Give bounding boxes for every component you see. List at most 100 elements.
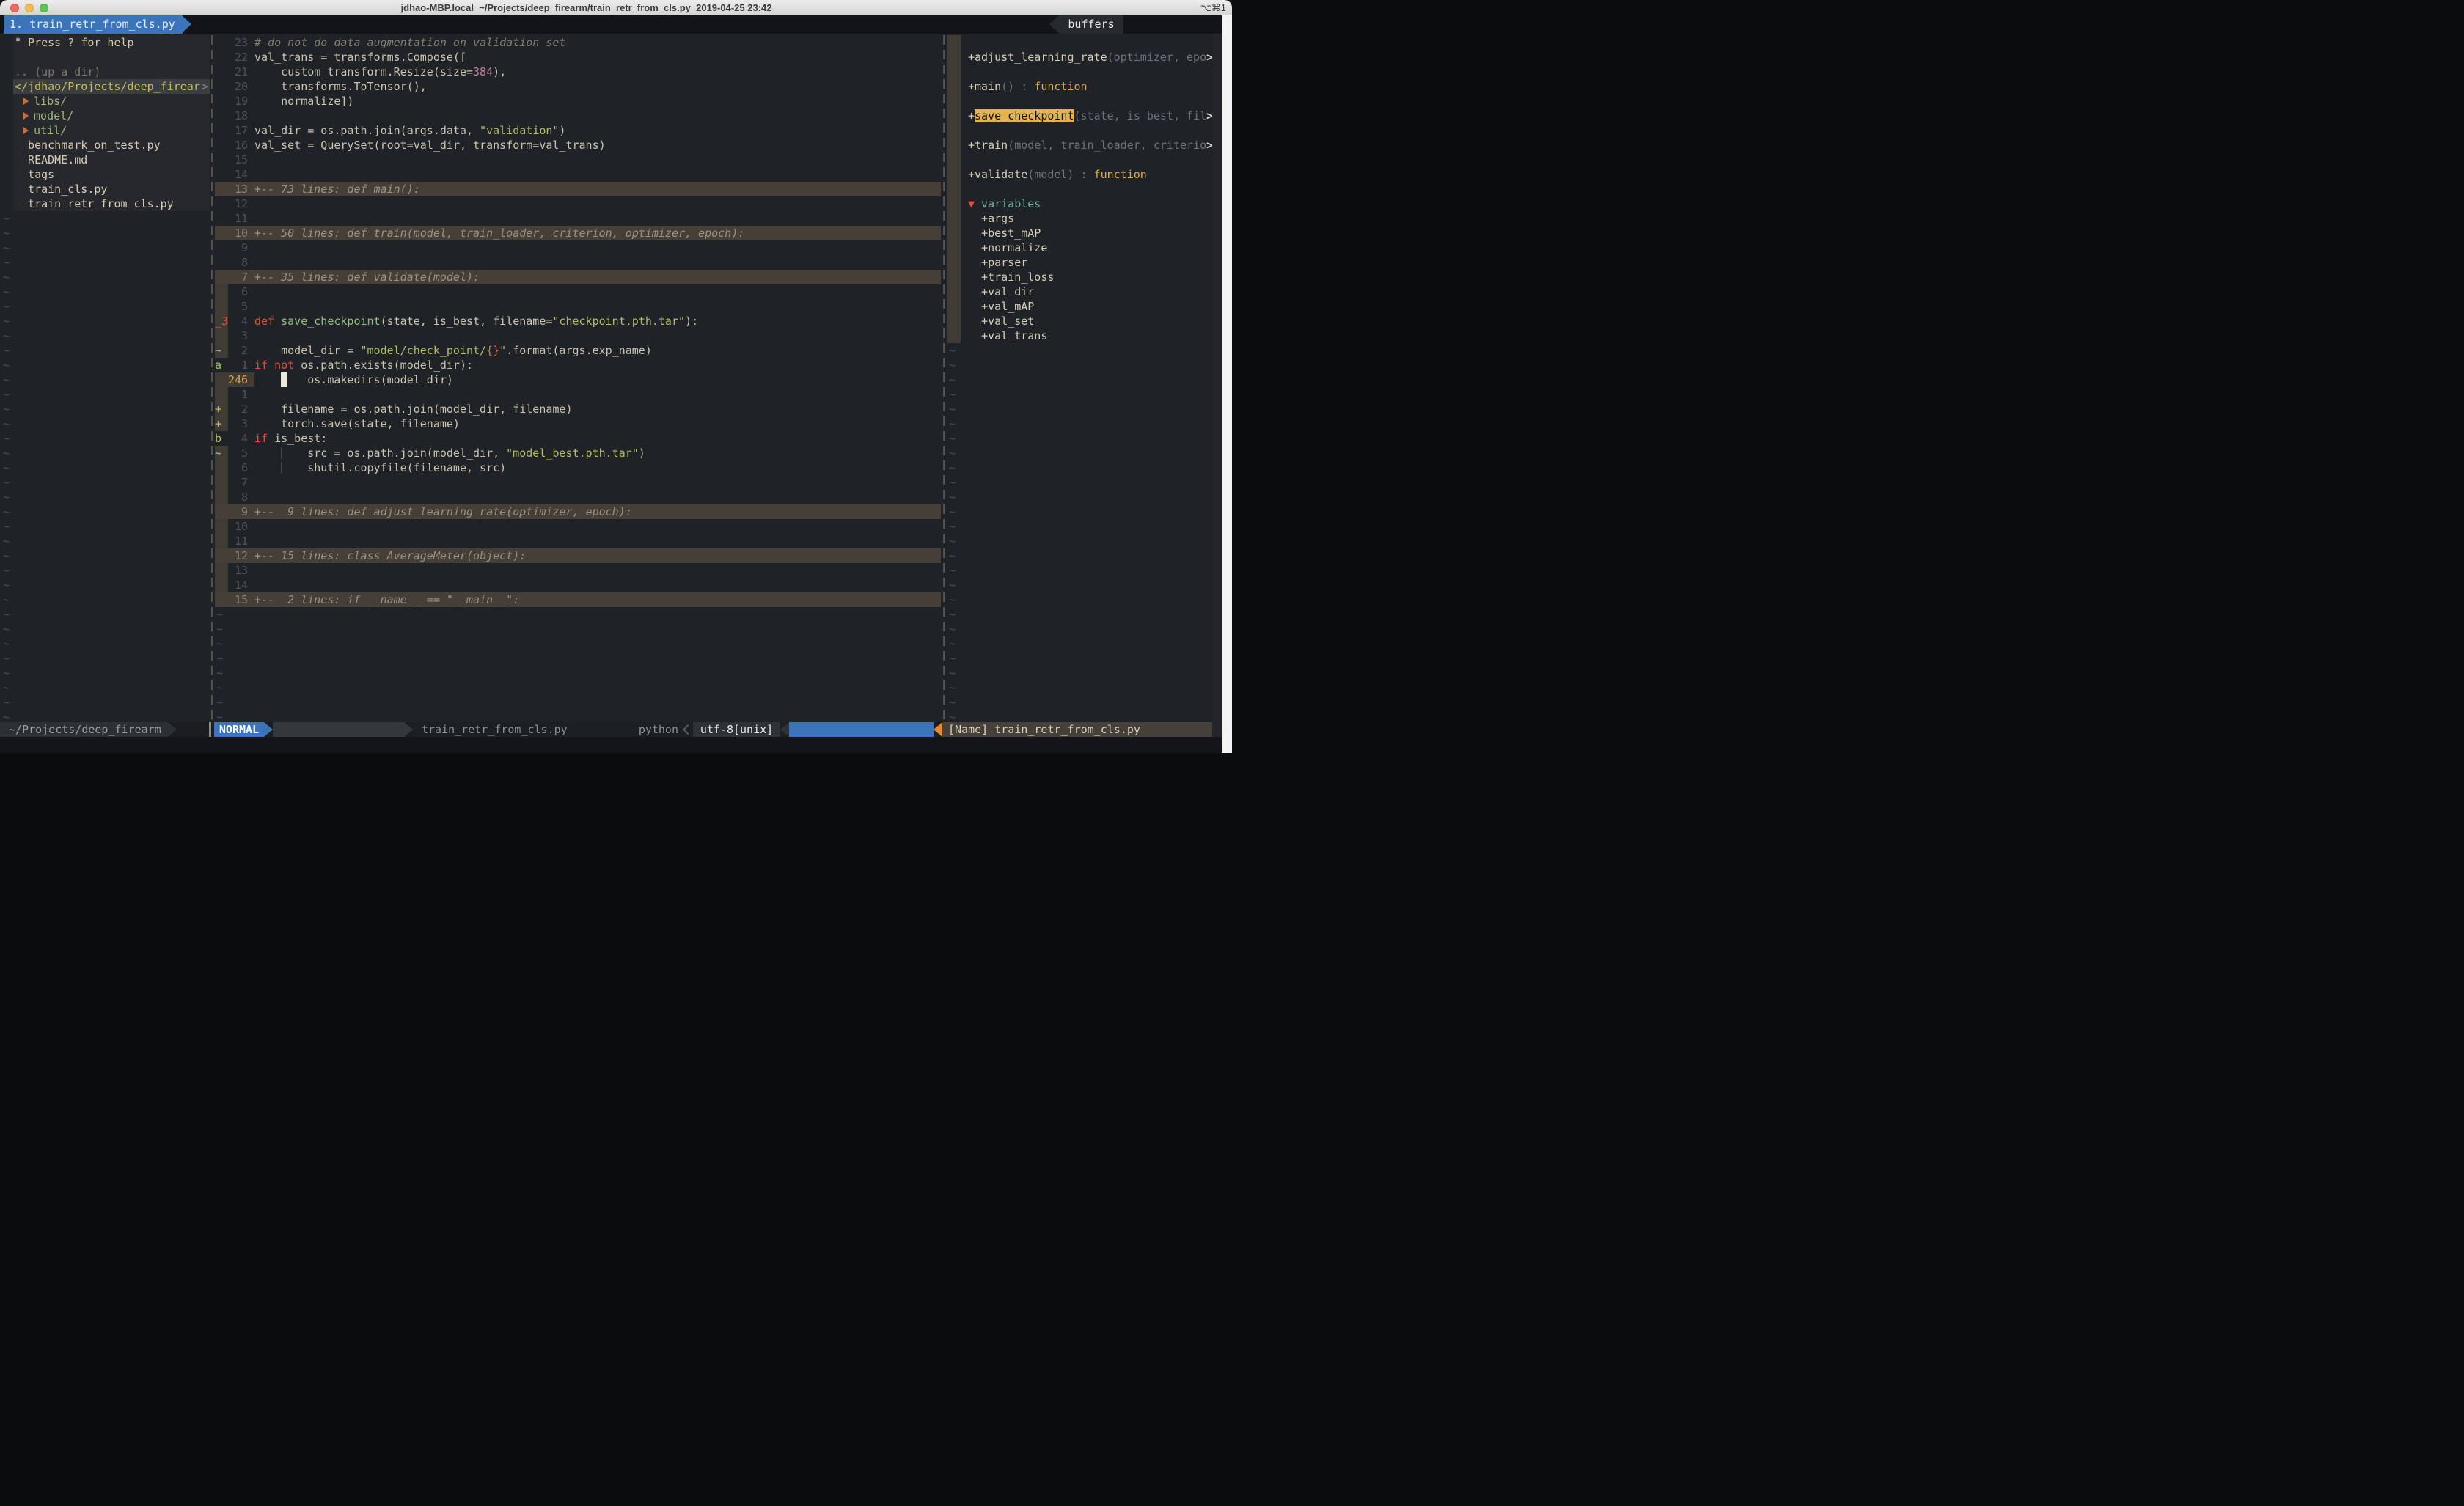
tilde-marker: ~	[949, 490, 956, 504]
empty-line: ~	[947, 592, 1212, 607]
code-line[interactable]: 14	[215, 578, 941, 592]
tagbar-item[interactable]: +save_checkpoint(state, is_best, fil>	[947, 109, 1212, 123]
code-window[interactable]: 23# do not do data augmentation on valid…	[215, 34, 941, 722]
tree-item[interactable]: .. (up a dir)	[0, 65, 210, 79]
tagbar-item[interactable]: ▼ variables	[947, 196, 1212, 211]
tree-item[interactable]: model/	[0, 109, 210, 123]
tagbar-item[interactable]: +train(model, train_loader, criterio>	[947, 138, 1212, 153]
code-line[interactable]: 2~ model_dir = "model/check_point/{}".fo…	[215, 343, 941, 358]
tilde-marker: ~	[949, 519, 956, 534]
tree-item[interactable]: benchmark_on_test.py	[0, 138, 210, 153]
tagbar-item[interactable]: +val_dir	[947, 284, 1212, 299]
tree-item[interactable]	[0, 50, 210, 65]
tagbar-item[interactable]: +val_trans	[947, 328, 1212, 343]
code-line[interactable]: 19 normalize])	[215, 94, 941, 109]
code-line[interactable]: 18	[215, 109, 941, 123]
code-line[interactable]: 4bif is_best:	[215, 431, 941, 446]
folded-line[interactable]: 15+-- 2 lines: if __name__ == "__main__"…	[215, 592, 941, 607]
tilde-marker: ~	[949, 622, 956, 636]
code-line[interactable]: 6	[215, 284, 941, 299]
code-line[interactable]: 14	[215, 167, 941, 182]
folded-line[interactable]: 9+-- 9 lines: def adjust_learning_rate(o…	[215, 504, 941, 519]
tilde-marker: ~	[216, 607, 223, 622]
code-line[interactable]: 6 shutil.copyfile(filename, src)	[215, 460, 941, 475]
encoding-segment: utf-8[unix]	[693, 722, 780, 737]
vim-command-line[interactable]	[0, 737, 1222, 753]
tab-train-retr-from-cls[interactable]: 1. train_retr_from_cls.py	[4, 15, 183, 34]
tagbar-panel[interactable]: +adjust_learning_rate(optimizer, epo> +ma…	[947, 34, 1212, 722]
tree-item[interactable]: train_cls.py	[0, 182, 210, 196]
code-line[interactable]: 8	[215, 490, 941, 504]
code-line[interactable]: 22val_trans = transforms.Compose([	[215, 50, 941, 65]
code-line[interactable]: 15	[215, 153, 941, 167]
code-line[interactable]: 246 os.makedirs(model_dir)	[215, 372, 941, 387]
tagbar-item[interactable]: +validate(model) : function	[947, 167, 1212, 182]
tagbar-item[interactable]: +main() : function	[947, 79, 1212, 94]
tagbar-blank[interactable]	[947, 182, 1212, 196]
tagbar-blank[interactable]	[947, 153, 1212, 167]
tagbar-gutter-bg	[947, 167, 961, 182]
window-separator[interactable]	[211, 35, 213, 722]
code-line[interactable]: 20 transforms.ToTensor(),	[215, 79, 941, 94]
code-line[interactable]: 12	[215, 196, 941, 211]
tagbar-gutter-bg	[947, 79, 961, 94]
tree-item[interactable]: tags	[0, 167, 210, 182]
tree-item[interactable]: train_retr_from_cls.py	[0, 196, 210, 211]
line-number: 22	[228, 50, 248, 65]
code-line[interactable]: 21 custom_transform.Resize(size=384),	[215, 65, 941, 79]
close-button[interactable]	[10, 4, 19, 12]
tree-item[interactable]: util/	[0, 123, 210, 138]
scrollbar-track[interactable]	[1222, 15, 1232, 753]
tagbar-blank[interactable]	[947, 123, 1212, 138]
code-line[interactable]: 1	[215, 387, 941, 402]
folded-line[interactable]: 7+-- 35 lines: def validate(model):	[215, 270, 941, 284]
code-line[interactable]: 11	[215, 211, 941, 226]
tagbar-item[interactable]: +val_set	[947, 314, 1212, 328]
code-line[interactable]: 3	[215, 328, 941, 343]
tagbar-blank[interactable]	[947, 94, 1212, 109]
code-line[interactable]: 13	[215, 563, 941, 578]
code-line[interactable]: 23# do not do data augmentation on valid…	[215, 35, 941, 50]
tree-item[interactable]: </jdhao/Projects/deep_firear>	[0, 79, 210, 94]
tagbar-blank[interactable]	[947, 65, 1212, 79]
code-line[interactable]: 17val_dir = os.path.join(args.data, "val…	[215, 123, 941, 138]
code-line[interactable]: 7	[215, 475, 941, 490]
folded-line[interactable]: 12+-- 15 lines: class AverageMeter(objec…	[215, 548, 941, 563]
tagbar-blank[interactable]	[947, 35, 1212, 50]
code-line[interactable]: 5	[215, 299, 941, 314]
buffers-label[interactable]: buffers	[1059, 15, 1123, 34]
tagbar-item[interactable]: +best_mAP	[947, 226, 1212, 240]
code-line[interactable]: 10	[215, 519, 941, 534]
code-line[interactable]: 8	[215, 255, 941, 270]
empty-line: ~	[0, 431, 210, 446]
code-line[interactable]: 5~ src = os.path.join(model_dir, "model_…	[215, 446, 941, 460]
tagbar-item[interactable]: +args	[947, 211, 1212, 226]
code-line[interactable]: 3+ torch.save(state, filename)	[215, 416, 941, 431]
code-line[interactable]: 16val_set = QuerySet(root=val_dir, trans…	[215, 138, 941, 153]
tagbar-item[interactable]: +train_loss	[947, 270, 1212, 284]
tagbar-item[interactable]: +parser	[947, 255, 1212, 270]
tilde-marker: ~	[3, 680, 10, 695]
tree-item[interactable]: README.md	[0, 153, 210, 167]
tagbar-item-label: +train(model, train_loader, criterio>	[968, 138, 1212, 153]
window-separator[interactable]	[943, 35, 945, 722]
tree-item[interactable]: " Press ? for help	[0, 35, 210, 50]
tree-item[interactable]: libs/	[0, 94, 210, 109]
tree-item-label: libs/	[15, 94, 67, 109]
code-line[interactable]: 4_3def save_checkpoint(state, is_best, f…	[215, 314, 941, 328]
tagbar-item[interactable]: +val_mAP	[947, 299, 1212, 314]
zoom-button[interactable]	[40, 4, 48, 12]
nerdtree-panel[interactable]: " Press ? for help .. (up a dir)</jdhao/P…	[0, 34, 210, 722]
line-number: 3	[228, 328, 248, 343]
folded-line[interactable]: 13+-- 73 lines: def main():	[215, 182, 941, 196]
folded-line[interactable]: 10+-- 50 lines: def train(model, train_l…	[215, 226, 941, 240]
tagbar-item[interactable]: +adjust_learning_rate(optimizer, epo>	[947, 50, 1212, 65]
fold-summary: +-- 2 lines: if __name__ == "__main__":	[254, 592, 519, 607]
tagbar-item[interactable]: +normalize	[947, 240, 1212, 255]
code-line[interactable]: 11	[215, 534, 941, 548]
statusline-filetype: python	[639, 722, 678, 737]
code-line[interactable]: 1aif not os.path.exists(model_dir):	[215, 358, 941, 372]
minimize-button[interactable]	[25, 4, 34, 12]
code-line[interactable]: 2+ filename = os.path.join(model_dir, fi…	[215, 402, 941, 416]
code-line[interactable]: 9	[215, 240, 941, 255]
